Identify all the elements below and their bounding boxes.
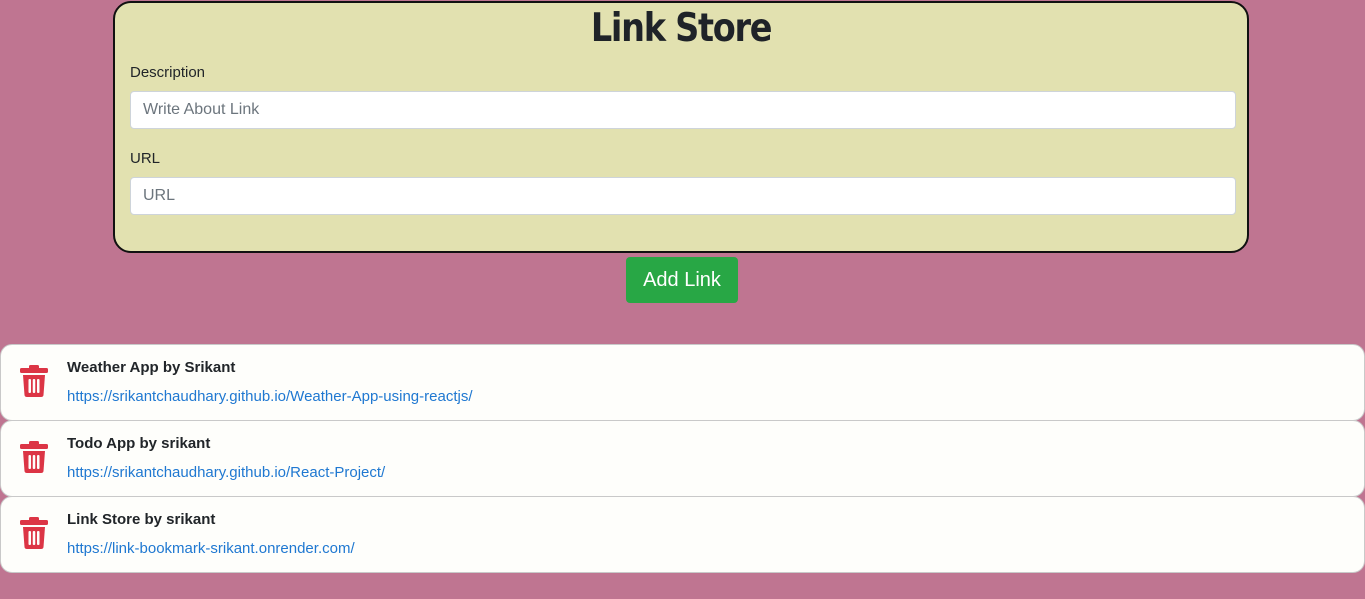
link-title: Link Store by srikant: [67, 511, 216, 528]
description-label: Description: [130, 64, 206, 81]
trash-icon[interactable]: [20, 365, 48, 397]
link-url[interactable]: https://srikantchaudhary.github.io/React…: [67, 463, 385, 483]
link-title: Weather App by Srikant: [67, 359, 236, 376]
description-input[interactable]: [130, 91, 1236, 129]
list-item: Link Store by srikant https://link-bookm…: [0, 496, 1365, 573]
url-label: URL: [130, 150, 161, 167]
link-url[interactable]: https://srikantchaudhary.github.io/Weath…: [67, 387, 472, 407]
trash-icon[interactable]: [20, 517, 48, 549]
list-item: Todo App by srikant https://srikantchaud…: [0, 420, 1365, 497]
list-item: Weather App by Srikant https://srikantch…: [0, 344, 1365, 421]
trash-icon[interactable]: [20, 441, 48, 473]
link-title: Todo App by srikant: [67, 435, 211, 452]
add-link-button[interactable]: Add Link: [626, 257, 738, 303]
link-list: Weather App by Srikant https://srikantch…: [0, 344, 1365, 573]
url-input[interactable]: [130, 177, 1236, 215]
link-url[interactable]: https://link-bookmark-srikant.onrender.c…: [67, 539, 355, 559]
page-title: Link Store: [590, 6, 773, 51]
link-form-card: Link Store Description URL: [113, 1, 1249, 253]
